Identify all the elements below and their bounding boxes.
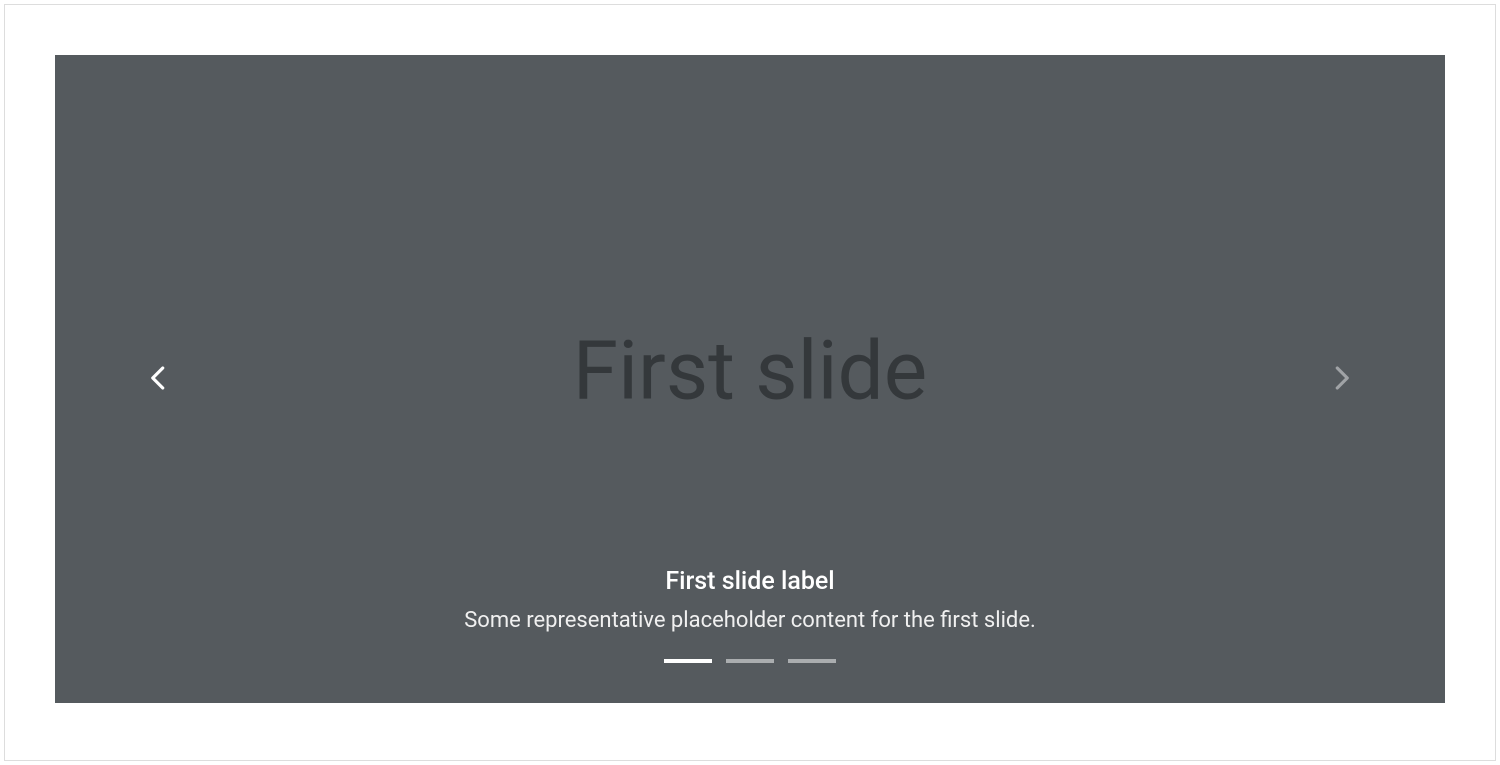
carousel: First slide First slide label Some repre… xyxy=(55,55,1445,703)
caption-description: Some representative placeholder content … xyxy=(264,608,1237,633)
carousel-indicator-2[interactable] xyxy=(726,659,774,663)
carousel-prev-button[interactable] xyxy=(55,55,264,703)
carousel-indicator-1[interactable] xyxy=(664,659,712,663)
slide-placeholder-text: First slide xyxy=(573,323,927,419)
example-frame: First slide First slide label Some repre… xyxy=(4,4,1496,761)
chevron-right-icon xyxy=(1326,363,1356,396)
carousel-indicator-3[interactable] xyxy=(788,659,836,663)
caption-title: First slide label xyxy=(264,567,1237,596)
carousel-next-button[interactable] xyxy=(1237,55,1446,703)
carousel-indicators xyxy=(664,659,836,663)
carousel-caption: First slide label Some representative pl… xyxy=(264,567,1237,633)
chevron-left-icon xyxy=(144,363,174,396)
